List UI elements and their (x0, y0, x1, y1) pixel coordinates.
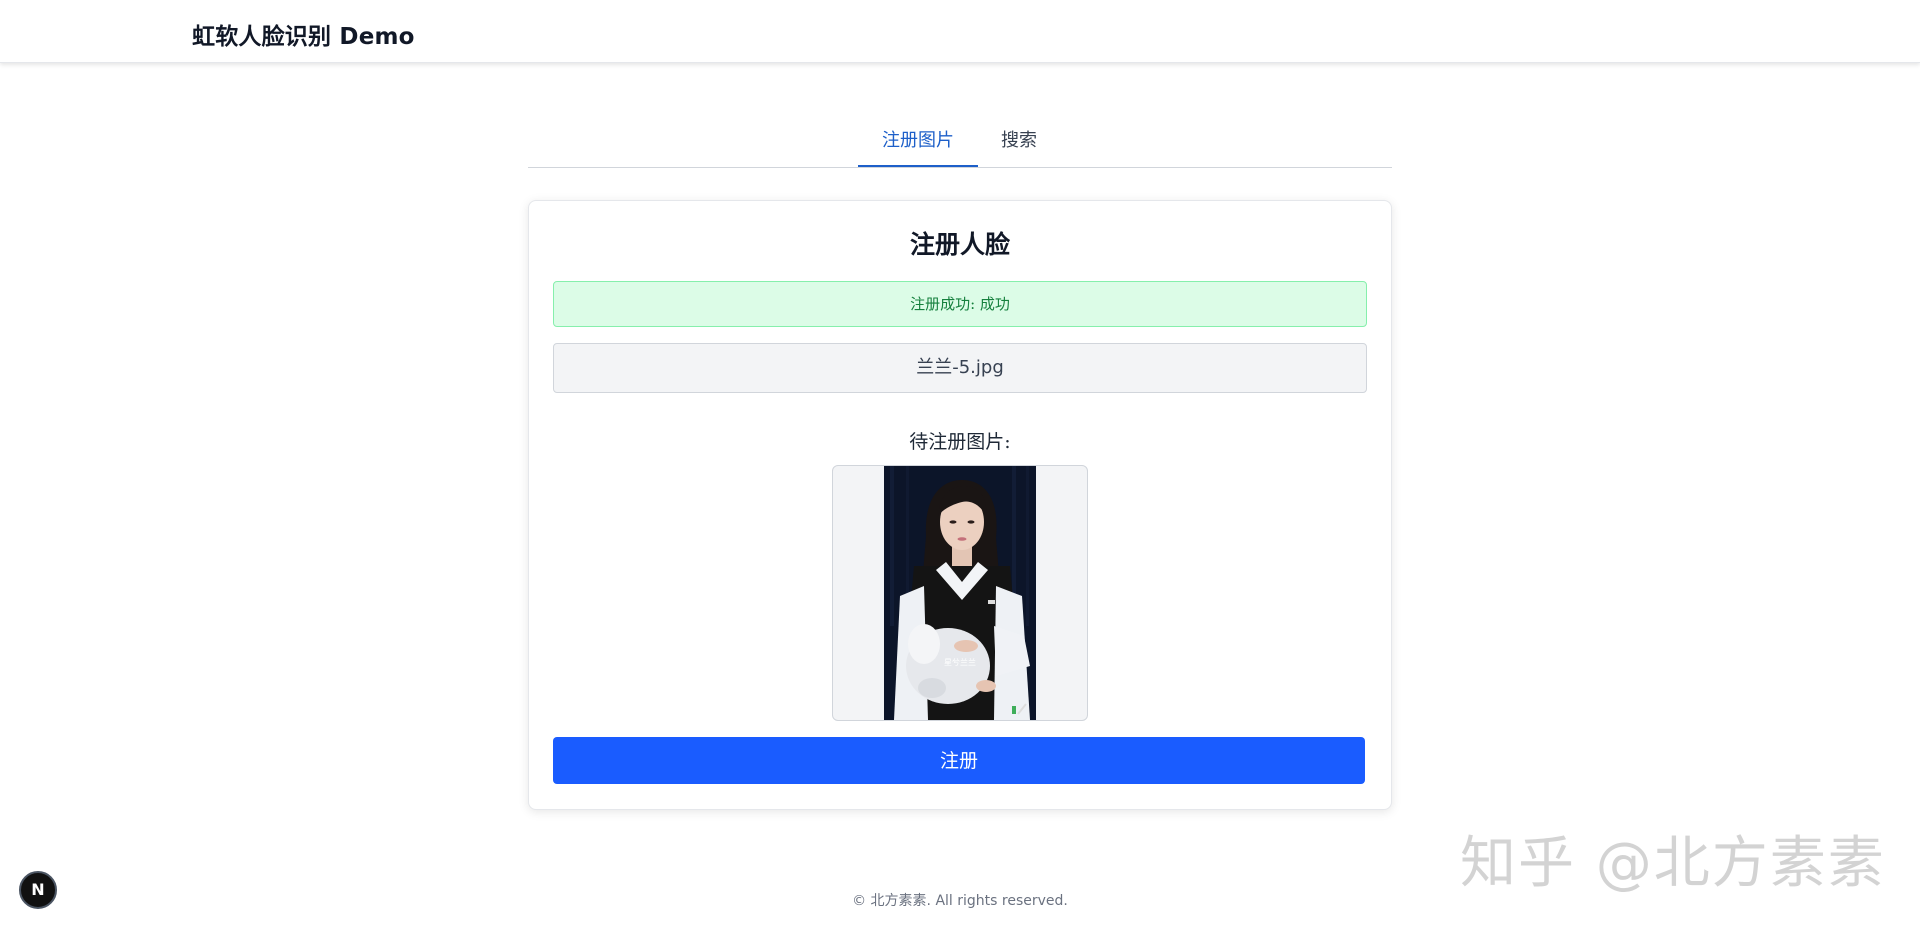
card-title: 注册人脸 (909, 230, 1010, 259)
dev-tools-badge[interactable]: N (19, 871, 57, 909)
register-button[interactable]: 注册 (553, 737, 1365, 784)
preview-photo: 星兮兰兰 (884, 466, 1036, 720)
portrait-image (884, 466, 1036, 720)
image-preview-frame: 星兮兰兰 (832, 465, 1088, 721)
app-title: 虹软人脸识别 Demo (192, 24, 415, 50)
success-alert: 注册成功: 成功 (553, 281, 1367, 327)
file-select-input[interactable]: 兰兰-5.jpg (553, 343, 1367, 393)
register-face-card: 注册人脸 注册成功: 成功 兰兰-5.jpg 待注册图片: 星兮兰兰 注册 (528, 200, 1392, 810)
photo-caption: 星兮兰兰 (944, 658, 976, 667)
footer-copyright: © 北方素素. All rights reserved. (852, 893, 1068, 909)
preview-label: 待注册图片: (909, 431, 1011, 453)
watermark: 知乎 @北方素素 (1460, 831, 1886, 896)
tab-register-image[interactable]: 注册图片 (858, 116, 978, 167)
tab-bar: 注册图片 搜索 (528, 116, 1392, 168)
tab-search[interactable]: 搜索 (978, 116, 1060, 166)
top-header: 虹软人脸识别 Demo (0, 0, 1920, 63)
